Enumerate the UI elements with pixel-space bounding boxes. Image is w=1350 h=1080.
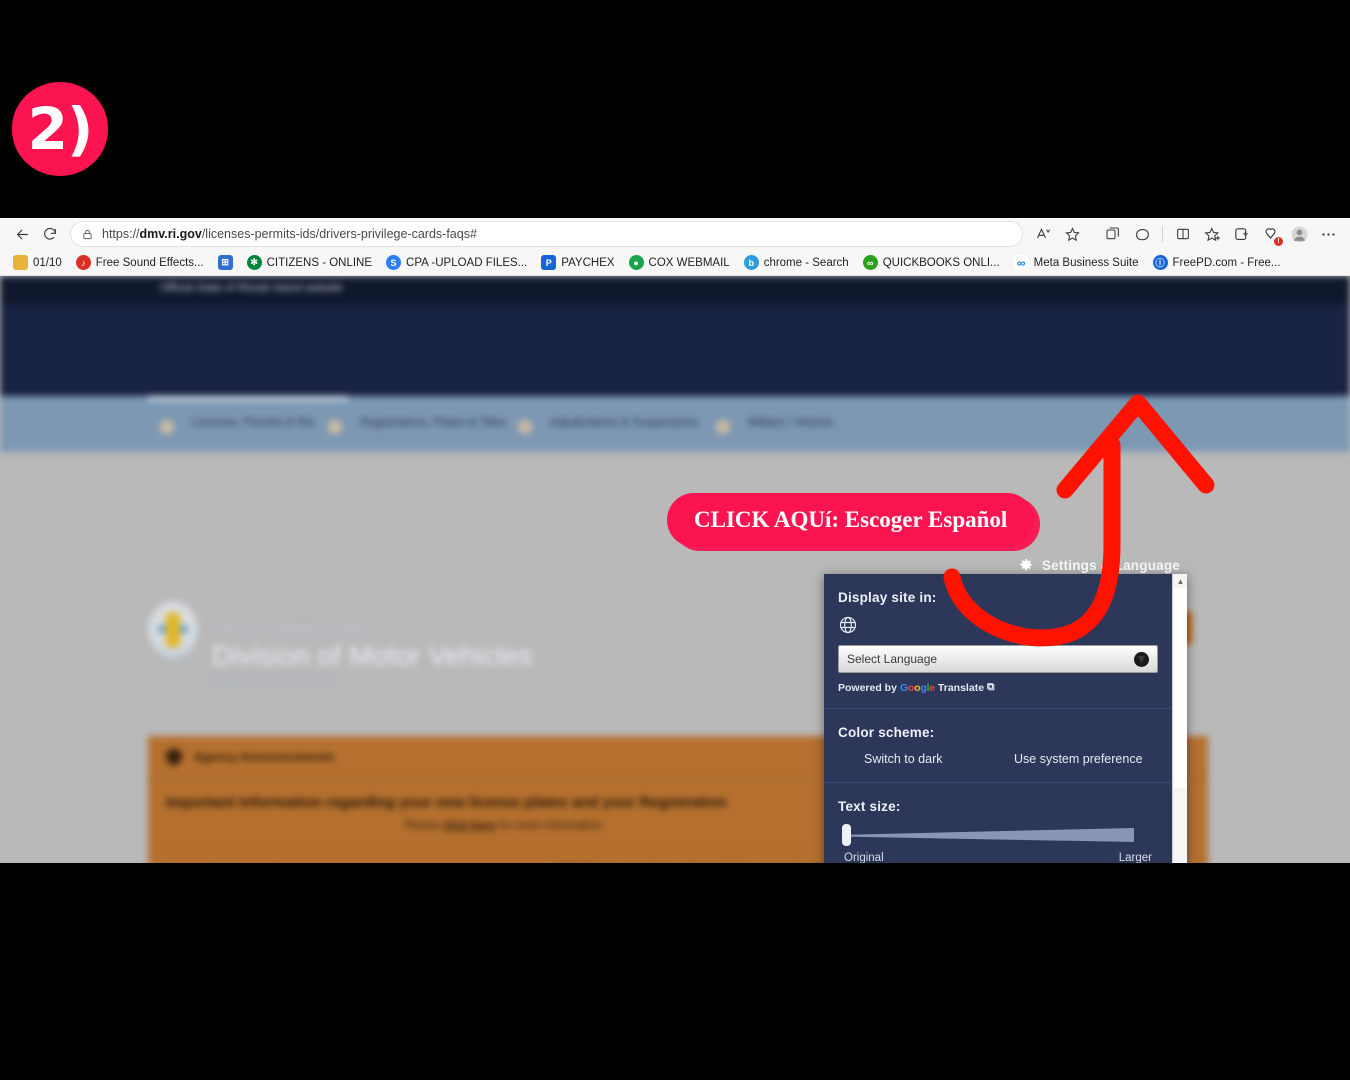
site-favicon: b — [743, 255, 759, 270]
sidebar-item-licenses[interactable]: Licenses, Permits & IDs — [192, 416, 342, 431]
display-site-in-label: Display site in: — [838, 590, 937, 605]
toolbar-divider — [1162, 226, 1163, 242]
bookmark-item[interactable]: ⊞ — [211, 253, 240, 272]
reload-icon[interactable] — [36, 220, 64, 248]
panel-scrollbar[interactable]: ▲ ▼ — [1172, 574, 1187, 863]
color-scheme-label: Color scheme: — [838, 725, 935, 740]
back-arrow-icon[interactable] — [8, 220, 36, 248]
use-system-preference-button[interactable]: Use system preference — [1008, 750, 1149, 768]
settings-language-label: Settings & Language — [1041, 557, 1180, 573]
state-seal-icon — [148, 601, 198, 659]
add-favorite-icon[interactable] — [1198, 220, 1226, 248]
agency-title: Division of Motor Vehicles — [212, 640, 533, 671]
favorite-star-icon[interactable] — [1058, 220, 1086, 248]
text-size-slider[interactable] — [842, 824, 1158, 846]
bookmarks-bar: 01/10 ♪ Free Sound Effects... ⊞ ✻ CITIZENS… — [0, 250, 1350, 276]
powered-by-google-translate[interactable]: Powered by Google Translate ⧉ — [838, 681, 1158, 694]
announcement-badge: Agency Announcements — [194, 750, 335, 764]
bookmark-item[interactable]: b chrome - Search — [737, 253, 856, 272]
sidebar-item-military[interactable]: Military / Veteran — [748, 416, 898, 431]
address-bar-url: https://dmv.ri.gov/licenses-permits-ids/… — [102, 227, 477, 241]
external-link-icon: ⧉ — [987, 681, 995, 693]
globe-icon — [838, 615, 860, 637]
scrollbar-thumb[interactable] — [1174, 588, 1187, 788]
bookmark-item[interactable]: ⓘ FreePD.com - Free... — [1146, 253, 1288, 272]
browser-essentials-icon[interactable] — [1227, 220, 1255, 248]
bookmark-item[interactable]: 01/10 — [6, 253, 69, 272]
site-favicon: ∞ — [862, 255, 878, 270]
site-favicon: ⓘ — [1152, 255, 1168, 270]
address-bar[interactable]: https://dmv.ri.gov/licenses-permits-ids/… — [70, 221, 1023, 247]
official-site-banner: Official State of Rhode Island website — [0, 276, 1350, 304]
screenshot-root: 2) https://dmv.ri.gov/licenses-permits-i… — [0, 0, 1350, 1080]
scroll-up-arrow-icon[interactable]: ▲ — [1173, 574, 1188, 588]
site-header — [0, 304, 1350, 396]
bookmark-item[interactable]: ✻ CITIZENS - ONLINE — [240, 253, 379, 272]
step-number-badge: 2) — [16, 86, 104, 172]
bookmark-item[interactable]: P PAYCHEX — [534, 253, 621, 272]
color-scheme-options: Switch to dark Use system preference — [838, 750, 1158, 768]
site-favicon: P — [541, 255, 557, 270]
nav-icon — [716, 420, 730, 434]
copilot-icon[interactable] — [1128, 220, 1156, 248]
chevron-down-icon: ▼ — [1134, 651, 1149, 667]
agency-kicker: STATE OF RHODE ISLAND — [212, 626, 367, 637]
folder-icon — [13, 255, 28, 270]
lock-icon — [79, 226, 95, 242]
bookmark-item[interactable]: ∞ QUICKBOOKS ONLI... — [856, 253, 1007, 272]
nav-icon — [160, 420, 174, 434]
text-size-slider-labels: Original Larger — [844, 852, 1152, 863]
gear-icon — [1018, 557, 1034, 573]
site-favicon: S — [386, 255, 402, 270]
settings-panel-body: Display site in: Select Language ▼ Power… — [824, 574, 1172, 863]
read-aloud-icon[interactable] — [1029, 220, 1057, 248]
site-favicon: ✻ — [246, 255, 262, 270]
page-viewport: Official State of Rhode Island website S… — [0, 276, 1350, 863]
official-banner-text: Official State of Rhode Island website — [160, 282, 343, 294]
language-select[interactable]: Select Language ▼ — [838, 645, 1158, 673]
callout-click-here-spanish: CLICK AQUí: Escoger Español — [672, 498, 1030, 542]
shield-icon — [166, 748, 182, 767]
site-favicon: ⊞ — [217, 255, 233, 270]
agency-subtitle: Department of Revenue — [212, 674, 335, 686]
collections-icon[interactable] — [1099, 220, 1127, 248]
color-scheme-section: Color scheme: Switch to dark Use system … — [824, 709, 1172, 783]
profile-avatar-icon[interactable] — [1285, 220, 1313, 248]
nav-icon — [518, 420, 532, 434]
bookmark-item[interactable]: ∞ Meta Business Suite — [1007, 253, 1146, 272]
browser-toolbar: https://dmv.ri.gov/licenses-permits-ids/… — [0, 218, 1350, 250]
settings-language-panel: Display site in: Select Language ▼ Power… — [824, 574, 1187, 863]
toolbar-right-icons: ! — [1029, 220, 1342, 248]
slider-track — [848, 828, 1134, 842]
bookmark-item[interactable]: ● COX WEBMAIL — [622, 253, 737, 272]
google-wordmark: Google — [899, 681, 935, 694]
language-select-value: Select Language — [847, 652, 938, 666]
extensions-alert-icon[interactable]: ! — [1256, 220, 1284, 248]
announcement-subline: Please click here for more information. — [404, 820, 605, 832]
browser-window: https://dmv.ri.gov/licenses-permits-ids/… — [0, 218, 1350, 863]
slider-handle[interactable] — [842, 824, 851, 846]
site-favicon: ∞ — [1013, 255, 1029, 270]
text-size-label: Text size: — [838, 799, 901, 814]
site-favicon: ♪ — [75, 255, 91, 270]
site-favicon: ● — [628, 255, 644, 270]
text-size-section: Text size: Original Larger — [824, 783, 1172, 863]
announcement-headline: Important Information regarding your new… — [166, 794, 727, 811]
sidebar-item-registrations[interactable]: Registrations, Plates & Titles — [360, 416, 510, 431]
split-screen-icon[interactable] — [1169, 220, 1197, 248]
display-site-in-section: Display site in: Select Language ▼ Power… — [824, 574, 1172, 709]
settings-language-header[interactable]: Settings & Language — [1018, 557, 1180, 573]
bookmark-item[interactable]: S CPA -UPLOAD FILES... — [379, 253, 534, 272]
switch-to-dark-button[interactable]: Switch to dark — [858, 750, 1008, 768]
bookmark-item[interactable]: ♪ Free Sound Effects... — [69, 253, 211, 272]
sidebar-item-adjudications[interactable]: Adjudications & Suspensions — [550, 416, 700, 431]
more-options-icon[interactable] — [1314, 220, 1342, 248]
nav-icon — [328, 420, 342, 434]
